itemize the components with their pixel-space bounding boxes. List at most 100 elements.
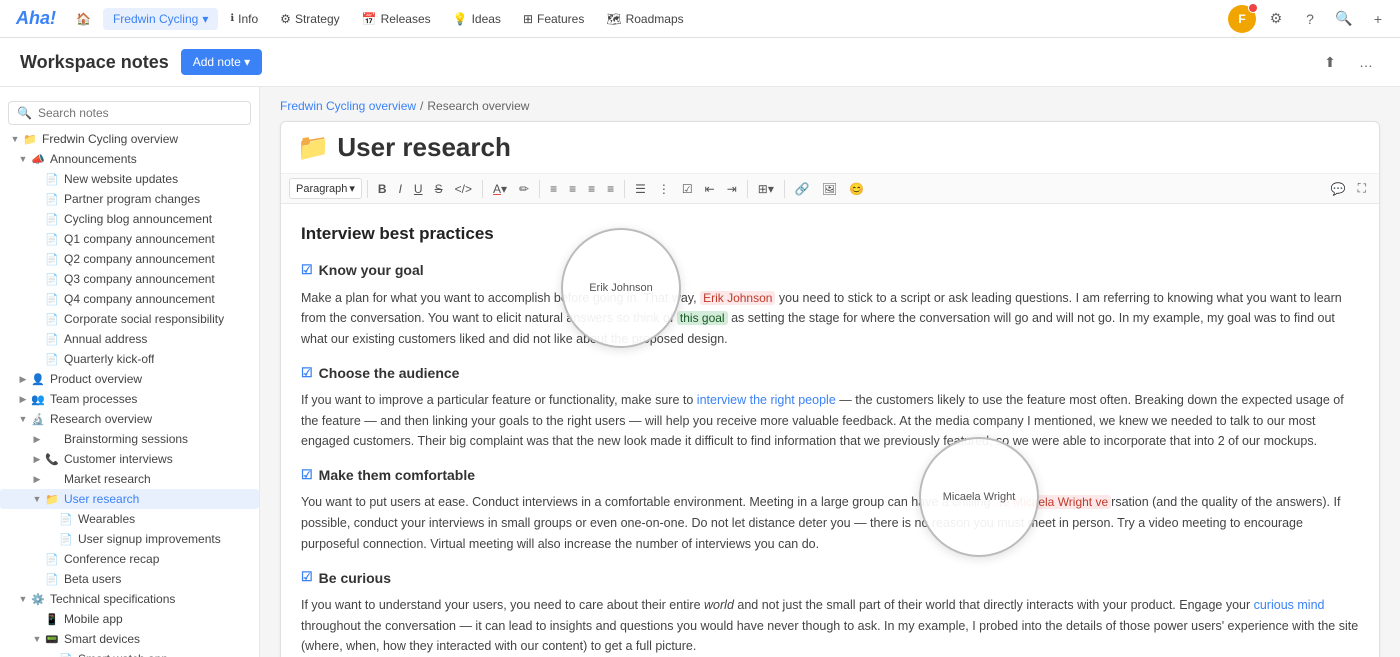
interview-link[interactable]: interview the right people bbox=[697, 393, 836, 407]
sidebar-label: Wearables bbox=[78, 512, 135, 526]
sidebar-item-brainstorming[interactable]: ▶Brainstorming sessions bbox=[0, 429, 259, 449]
sidebar-item-smartwatch[interactable]: 📄 Smart watch app bbox=[0, 649, 259, 657]
nav-workspace[interactable]: Fredwin Cycling ▾ bbox=[103, 8, 218, 30]
align-right-button[interactable]: ≡ bbox=[583, 179, 600, 199]
expand-button[interactable]: ⛶ bbox=[1353, 178, 1371, 199]
justify-button[interactable]: ≡ bbox=[602, 179, 619, 199]
sidebar-item-announcements[interactable]: ▼📣Announcements bbox=[0, 149, 259, 169]
sidebar-label: Product overview bbox=[50, 372, 142, 386]
item-icon: 📟 bbox=[44, 633, 60, 646]
share-button[interactable]: ⬆ bbox=[1316, 48, 1344, 76]
sidebar-label: Quarterly kick-off bbox=[64, 352, 154, 366]
item-icon: 📄 bbox=[58, 533, 74, 546]
nav-features[interactable]: ⊞ Features bbox=[513, 8, 594, 30]
nav-home[interactable]: 🏠 bbox=[66, 8, 101, 30]
comment-button[interactable]: 💬 bbox=[1326, 178, 1351, 199]
nav-roadmaps-label: Roadmaps bbox=[626, 12, 684, 26]
nav-releases[interactable]: 📅 Releases bbox=[352, 8, 441, 30]
curious-mind-link[interactable]: curious mind bbox=[1254, 598, 1325, 612]
indent-button[interactable]: ⇥ bbox=[722, 179, 742, 199]
item-icon: 📄 bbox=[58, 513, 74, 526]
nav-workspace-label: Fredwin Cycling bbox=[113, 12, 198, 26]
nav-ideas[interactable]: 💡 Ideas bbox=[443, 8, 511, 30]
sidebar-item-user-research[interactable]: ▼📁User research bbox=[0, 489, 259, 509]
ordered-list-button[interactable]: ⋮ bbox=[653, 179, 675, 199]
sidebar-item-q4-company[interactable]: 📄Q4 company announcement bbox=[0, 289, 259, 309]
sidebar-item-user-signup[interactable]: 📄User signup improvements bbox=[0, 529, 259, 549]
sidebar-item-mobile-app[interactable]: 📱Mobile app bbox=[0, 609, 259, 629]
section-heading-text-2: Choose the audience bbox=[319, 362, 460, 384]
chevron-icon: ▶ bbox=[16, 374, 30, 385]
paragraph-dropdown[interactable]: Paragraph ▾ bbox=[289, 178, 362, 199]
avatar-badge bbox=[1248, 3, 1258, 13]
nav-roadmaps[interactable]: 🗺 Roadmaps bbox=[596, 8, 693, 30]
image-button[interactable]: 🖼 bbox=[817, 179, 842, 199]
chevron-icon: ▼ bbox=[16, 154, 30, 164]
align-center-button[interactable]: ≡ bbox=[564, 179, 581, 199]
highlight-button[interactable]: ✏ bbox=[514, 179, 534, 199]
table-button[interactable]: ⊞▾ bbox=[753, 179, 779, 199]
color-button[interactable]: A ▾ bbox=[488, 179, 512, 199]
sidebar-item-technical-specs[interactable]: ▼⚙️Technical specifications bbox=[0, 589, 259, 609]
sidebar-item-new-website[interactable]: 📄New website updates bbox=[0, 169, 259, 189]
sidebar-item-fredwin[interactable]: ▼📁Fredwin Cycling overview bbox=[0, 129, 259, 149]
sidebar: 🔍 ▼📁Fredwin Cycling overview▼📣Announceme… bbox=[0, 87, 260, 657]
nav-ideas-icon: 💡 bbox=[453, 12, 468, 26]
sidebar-label: Smart watch app bbox=[78, 652, 168, 657]
search-input[interactable] bbox=[38, 106, 198, 120]
nav-releases-label: Releases bbox=[381, 12, 431, 26]
help-button[interactable]: ? bbox=[1296, 5, 1324, 33]
sidebar-item-q2-company[interactable]: 📄Q2 company announcement bbox=[0, 249, 259, 269]
toolbar-sep-2 bbox=[482, 180, 483, 198]
sidebar-item-research-overview[interactable]: ▼🔬Research overview bbox=[0, 409, 259, 429]
sidebar-item-corporate-social[interactable]: 📄Corporate social responsibility bbox=[0, 309, 259, 329]
nav-info[interactable]: ℹ Info bbox=[220, 8, 268, 30]
sidebar-item-annual-address[interactable]: 📄Annual address bbox=[0, 329, 259, 349]
outdent-button[interactable]: ⇤ bbox=[700, 179, 720, 199]
item-icon: 📁 bbox=[44, 493, 60, 506]
nav-features-icon: ⊞ bbox=[523, 12, 533, 26]
paragraph-chevron: ▾ bbox=[349, 182, 355, 195]
sidebar-item-market-research[interactable]: ▶Market research bbox=[0, 469, 259, 489]
sidebar-item-quarterly-kickoff[interactable]: 📄Quarterly kick-off bbox=[0, 349, 259, 369]
section-2-para: If you want to improve a particular feat… bbox=[301, 390, 1359, 452]
sidebar-item-product-overview[interactable]: ▶👤 Product overview bbox=[0, 369, 259, 389]
sidebar-item-beta-users[interactable]: 📄Beta users bbox=[0, 569, 259, 589]
sidebar-item-partner-program[interactable]: 📄Partner program changes bbox=[0, 189, 259, 209]
sidebar-item-conference-recap[interactable]: 📄Conference recap bbox=[0, 549, 259, 569]
code-button[interactable]: </> bbox=[450, 179, 477, 199]
logo[interactable]: Aha! bbox=[8, 8, 64, 29]
check-icon-4: ☑ bbox=[301, 567, 313, 588]
breadcrumb-part1[interactable]: Fredwin Cycling overview bbox=[280, 99, 416, 113]
toolbar-sep-1 bbox=[367, 180, 368, 198]
checklist-button[interactable]: ☑ bbox=[677, 179, 698, 199]
nav-strategy[interactable]: ⚙ Strategy bbox=[270, 8, 349, 30]
underline-button[interactable]: U bbox=[409, 179, 428, 199]
link-button[interactable]: 🔗 bbox=[790, 179, 815, 199]
para-text-2a: If you want to improve a particular feat… bbox=[301, 393, 697, 407]
global-search-button[interactable]: 🔍 bbox=[1330, 5, 1358, 33]
more-button[interactable]: … bbox=[1352, 48, 1380, 76]
strike-button[interactable]: S bbox=[430, 179, 448, 199]
sidebar-item-cycling-blog[interactable]: 📄Cycling blog announcement bbox=[0, 209, 259, 229]
sidebar-item-q3-company[interactable]: 📄Q3 company announcement bbox=[0, 269, 259, 289]
settings-button[interactable]: ⚙ bbox=[1262, 5, 1290, 33]
add-note-button[interactable]: Add note ▾ bbox=[181, 49, 262, 75]
italic-button[interactable]: I bbox=[394, 179, 407, 199]
chevron-icon: ▶ bbox=[30, 454, 44, 465]
notes-search[interactable]: 🔍 bbox=[8, 101, 251, 125]
emoji-button[interactable]: 😊 bbox=[844, 179, 869, 199]
item-icon: 📄 bbox=[58, 653, 74, 657]
sidebar-item-customer-interviews[interactable]: ▶📞Customer interviews bbox=[0, 449, 259, 469]
bullet-list-button[interactable]: ☰ bbox=[630, 179, 651, 199]
align-left-button[interactable]: ≡ bbox=[545, 179, 562, 199]
sidebar-item-team-processes[interactable]: ▶👥Team processes bbox=[0, 389, 259, 409]
sidebar-label: Research overview bbox=[50, 412, 152, 426]
bold-button[interactable]: B bbox=[373, 179, 392, 199]
sidebar-item-q1-company[interactable]: 📄Q1 company announcement bbox=[0, 229, 259, 249]
add-button[interactable]: + bbox=[1364, 5, 1392, 33]
item-icon: 👤 bbox=[30, 373, 46, 386]
toolbar-sep-4 bbox=[624, 180, 625, 198]
sidebar-item-wearables[interactable]: 📄 Wearables bbox=[0, 509, 259, 529]
sidebar-item-smart-devices[interactable]: ▼📟Smart devices bbox=[0, 629, 259, 649]
